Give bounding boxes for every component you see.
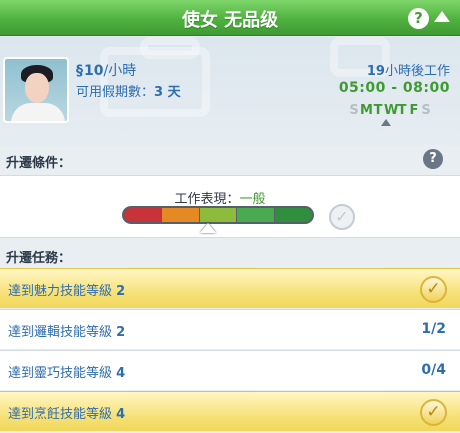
task-text: 達到邏輯技能等級	[8, 325, 113, 340]
work-days: SMT WT F S	[348, 103, 432, 118]
task-label: 達到靈巧技能等級 4	[8, 362, 125, 381]
performance-level: 一般	[239, 192, 266, 207]
avatar-face	[25, 73, 49, 103]
performance-segment	[275, 208, 312, 222]
simoleon-icon: §	[76, 63, 83, 79]
task-level: 2	[116, 284, 126, 299]
promotion-requirements-label: 升遷條件：	[6, 156, 72, 171]
career-title: 使女 无品级	[181, 10, 279, 31]
question-mark-icon[interactable]: ?	[423, 149, 443, 169]
task-progress: 1/2	[421, 321, 446, 337]
today-marker-icon	[381, 119, 391, 126]
avatar-body	[11, 103, 65, 121]
next-shift: 19小時後工作	[367, 60, 450, 79]
performance-segment	[161, 208, 199, 222]
task-level: 4	[116, 366, 126, 381]
performance-meter	[122, 206, 314, 224]
shift-hours: 05:00 - 08:00	[338, 80, 450, 96]
performance-label-text: 工作表現：	[174, 192, 240, 207]
task-label: 達到烹飪技能等級 4	[8, 403, 125, 422]
day-5: F	[409, 103, 419, 118]
checkmark-icon: ✓	[329, 204, 355, 230]
promotion-task-row[interactable]: 達到靈巧技能等級 4 0/4	[0, 350, 460, 390]
day-0: S	[349, 103, 359, 118]
promotion-task-row[interactable]: 達到邏輯技能等級 2 1/2	[0, 309, 460, 349]
day-4: T	[397, 103, 407, 118]
checkmark-icon: ✓	[420, 276, 447, 303]
task-progress: 0/4	[421, 362, 446, 378]
task-text: 達到魅力技能等級	[8, 284, 113, 299]
pay-rate: §10/小時	[76, 60, 136, 80]
performance-label: 工作表現：一般	[0, 188, 440, 207]
vacation-label: 可用假期數：	[76, 85, 155, 100]
checkmark-icon: ✓	[420, 399, 447, 426]
task-text: 達到靈巧技能等級	[8, 366, 113, 381]
promotion-task-row[interactable]: 達到魅力技能等級 2 ✓	[0, 268, 460, 308]
vacation-days: 可用假期數：3 天	[76, 81, 181, 100]
pay-unit: /小時	[103, 63, 137, 79]
day-6: S	[421, 103, 431, 118]
triangle-up-icon[interactable]	[434, 11, 450, 22]
day-1: M	[360, 103, 373, 118]
question-mark-icon[interactable]: ?	[408, 8, 429, 29]
promotion-tasks-label: 升遷任務：	[6, 251, 72, 266]
triangle-pointer-icon	[200, 223, 217, 233]
sim-avatar[interactable]	[3, 57, 69, 123]
career-info-panel: §10/小時 可用假期數：3 天 19小時後工作 05:00 - 08:00 S…	[0, 37, 460, 145]
performance-segment	[237, 208, 275, 222]
task-text: 達到烹飪技能等級	[8, 407, 113, 422]
next-shift-text: 小時後工作	[384, 64, 450, 79]
task-level: 4	[116, 407, 126, 422]
task-label: 達到魅力技能等級 2	[8, 280, 125, 299]
performance-segment	[199, 208, 237, 222]
performance-panel: 工作表現：一般 ✓	[0, 175, 460, 238]
briefcase-handle-bg-decoration	[140, 37, 200, 59]
next-shift-hours: 19	[366, 64, 385, 79]
day-3: W	[384, 103, 399, 118]
vacation-value: 3 天	[154, 85, 181, 100]
pay-amount: 10	[84, 63, 104, 79]
task-level: 2	[116, 325, 126, 340]
day-2: T	[373, 103, 383, 118]
performance-segment	[124, 208, 161, 222]
task-label: 達到邏輯技能等級 2	[8, 321, 125, 340]
career-header: 使女 无品级 ?	[0, 0, 460, 36]
promotion-task-row[interactable]: 達到烹飪技能等級 4 ✓	[0, 391, 460, 431]
